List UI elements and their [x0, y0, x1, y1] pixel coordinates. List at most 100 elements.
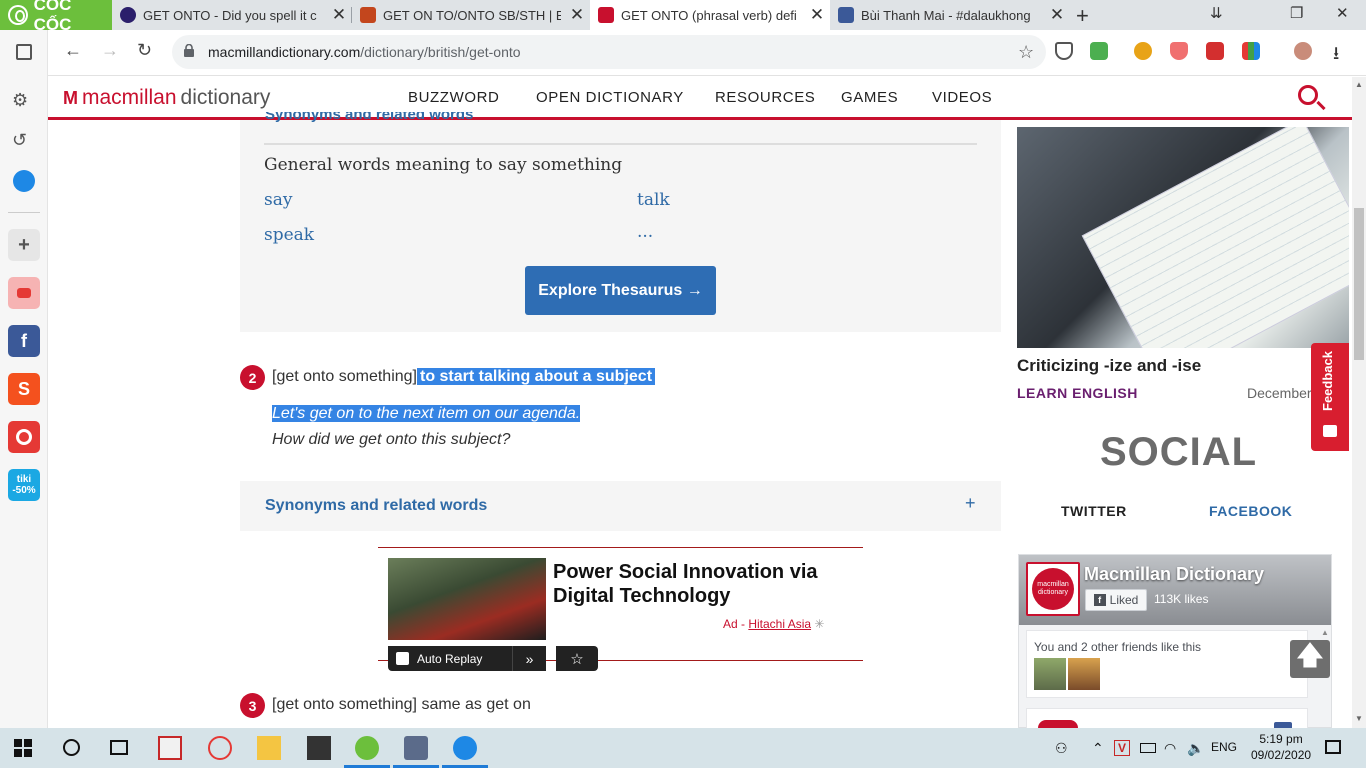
- tab-facebook[interactable]: FACEBOOK: [1209, 503, 1292, 519]
- restore-button[interactable]: ❐: [1290, 4, 1303, 22]
- feedback-tab[interactable]: Feedback: [1311, 343, 1349, 451]
- sticky-notes-icon[interactable]: [307, 736, 331, 760]
- ad-video[interactable]: [388, 558, 546, 640]
- tab-get-on-to-cambridge[interactable]: GET ON TO/ONTO SB/STH | E ✕: [352, 0, 590, 30]
- lock-icon[interactable]: [184, 43, 194, 57]
- thesaurus-more-link[interactable]: ...: [637, 222, 653, 242]
- app-icon[interactable]: [8, 421, 40, 453]
- tray-expand-icon[interactable]: ⌃: [1092, 740, 1104, 757]
- messenger-icon[interactable]: [13, 170, 35, 192]
- windows-start-icon[interactable]: [14, 739, 32, 757]
- nav-videos[interactable]: VIDEOS: [932, 89, 992, 106]
- add-icon[interactable]: +: [8, 229, 40, 261]
- skip-forward-icon[interactable]: »: [512, 646, 546, 671]
- url-text[interactable]: macmillandictionary.com/dictionary/briti…: [208, 44, 521, 60]
- nav-open-dictionary[interactable]: OPEN DICTIONARY: [536, 89, 684, 106]
- expand-plus-icon[interactable]: +: [965, 493, 976, 514]
- page-scrollbar[interactable]: [1352, 77, 1366, 728]
- color-extension-icon[interactable]: [1242, 42, 1260, 60]
- sense-pattern: [get onto something]: [272, 368, 417, 385]
- volume-icon[interactable]: 🔈: [1187, 740, 1204, 757]
- task-view-icon[interactable]: [110, 740, 128, 755]
- adblock-extension-icon[interactable]: [1170, 42, 1188, 60]
- ad-title[interactable]: Power Social Innovation via Digital Tech…: [553, 560, 853, 608]
- facebook-icon[interactable]: f: [8, 325, 40, 357]
- tab-close-icon[interactable]: ✕: [808, 5, 826, 25]
- new-tab-button[interactable]: +: [1076, 3, 1089, 29]
- tab-get-onto-macmillan[interactable]: GET ONTO (phrasal verb) defi ✕: [590, 0, 830, 30]
- coccoc-menu-button[interactable]: CỐC CỐC: [0, 0, 112, 34]
- macmillan-logo[interactable]: M macmillan dictionary: [63, 86, 270, 110]
- back-arrow-icon[interactable]: ←: [64, 40, 82, 61]
- fb-page-avatar[interactable]: macmillan dictionary: [1026, 562, 1080, 616]
- photos-app-icon[interactable]: [404, 736, 428, 760]
- article-image[interactable]: [1017, 127, 1349, 348]
- wifi-icon[interactable]: ◠: [1164, 740, 1176, 757]
- minimize-button[interactable]: ⇊: [1210, 4, 1223, 22]
- search-taskbar-icon[interactable]: [63, 739, 80, 756]
- zalo-app-icon[interactable]: [453, 736, 477, 760]
- forward-arrow-icon[interactable]: →: [101, 40, 119, 61]
- scroll-up-icon[interactable]: ▲: [1355, 80, 1363, 89]
- input-language[interactable]: ENG: [1211, 740, 1237, 754]
- clock[interactable]: 5:19 pm 09/02/2020: [1251, 731, 1311, 763]
- coccoc-extension-icon[interactable]: [1134, 42, 1152, 60]
- tab-twitter[interactable]: TWITTER: [1061, 503, 1127, 519]
- tab-close-icon[interactable]: ✕: [568, 5, 586, 25]
- sidebar-toggle-icon[interactable]: [16, 44, 32, 60]
- nav-games[interactable]: GAMES: [841, 89, 898, 106]
- facebook-favicon-icon: [838, 7, 854, 23]
- youtube-icon[interactable]: [8, 277, 40, 309]
- article-date: December: [1247, 385, 1312, 401]
- tab-close-icon[interactable]: ✕: [1048, 5, 1066, 25]
- nav-buzzword[interactable]: BUZZWORD: [408, 89, 499, 106]
- coccoc-taskbar-icon[interactable]: [355, 736, 379, 760]
- back-to-top-button[interactable]: 🡅: [1290, 640, 1330, 678]
- logo-brand: macmillan: [82, 86, 177, 109]
- fb-scroll-up-icon[interactable]: ▲: [1321, 628, 1329, 637]
- article-category[interactable]: LEARN ENGLISH: [1017, 385, 1138, 401]
- nav-resources[interactable]: RESOURCES: [715, 89, 815, 106]
- notifications-icon[interactable]: [1325, 740, 1341, 754]
- fb-page-name[interactable]: Macmillan Dictionary: [1084, 564, 1264, 585]
- synonyms-label[interactable]: Synonyms and related words: [265, 497, 487, 515]
- article-title[interactable]: Criticizing -ize and -ise: [1017, 356, 1201, 376]
- url-path: /dictionary/british/get-onto: [360, 44, 521, 60]
- star-icon[interactable]: ☆: [556, 646, 598, 671]
- bookmark-star-icon[interactable]: ☆: [1018, 42, 1034, 63]
- search-icon[interactable]: [1298, 85, 1318, 105]
- avatar-text: macmillan dictionary: [1032, 568, 1074, 610]
- download-extension-icon[interactable]: [1090, 42, 1108, 60]
- settings-icon[interactable]: ⚙: [12, 90, 28, 111]
- window-close-button[interactable]: ✕: [1336, 4, 1349, 22]
- scrollbar-thumb[interactable]: [1354, 208, 1364, 360]
- checkbox-icon[interactable]: [396, 652, 409, 665]
- office-app-icon[interactable]: [158, 736, 182, 760]
- thesaurus-word-talk[interactable]: talk: [637, 190, 670, 210]
- record-extension-icon[interactable]: [1206, 42, 1224, 60]
- people-icon[interactable]: ⚇: [1055, 740, 1068, 757]
- fb-liked-button[interactable]: f Liked: [1085, 589, 1147, 611]
- shopee-icon[interactable]: S: [8, 373, 40, 405]
- ad-source-link[interactable]: Hitachi Asia: [748, 617, 811, 631]
- tab-close-icon[interactable]: ✕: [330, 5, 348, 25]
- history-icon[interactable]: ↺: [12, 130, 27, 151]
- tab-facebook[interactable]: Bùi Thanh Mai - #dalaukhong ✕: [830, 0, 1070, 30]
- scroll-down-icon[interactable]: ▼: [1355, 714, 1363, 723]
- paint-app-icon[interactable]: [208, 736, 232, 760]
- friend-avatar[interactable]: [1034, 658, 1066, 690]
- tab-get-onto-spell[interactable]: GET ONTO - Did you spell it c ✕: [112, 0, 352, 30]
- tiki-icon[interactable]: tiki -50%: [8, 469, 40, 501]
- thesaurus-word-say[interactable]: say: [264, 190, 292, 210]
- explore-thesaurus-button[interactable]: Explore Thesaurus →: [525, 266, 716, 315]
- profile-avatar[interactable]: [1294, 42, 1312, 60]
- reload-icon[interactable]: ↻: [137, 40, 152, 61]
- friend-avatar[interactable]: [1068, 658, 1100, 690]
- shield-icon[interactable]: [1055, 42, 1073, 60]
- thesaurus-heading-cut: Synonyms and related words: [265, 112, 474, 123]
- file-explorer-icon[interactable]: [257, 736, 281, 760]
- thesaurus-word-speak[interactable]: speak: [264, 225, 314, 245]
- battery-icon[interactable]: [1140, 743, 1156, 753]
- unikey-icon[interactable]: V: [1114, 740, 1130, 756]
- download-icon[interactable]: ⭳: [1333, 41, 1339, 71]
